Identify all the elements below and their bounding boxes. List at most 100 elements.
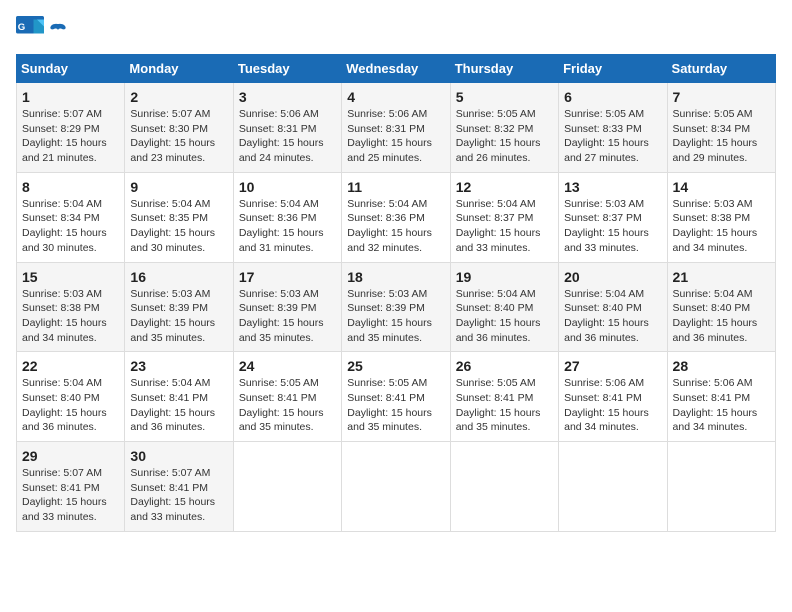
calendar-cell: 11 Sunrise: 5:04 AM Sunset: 8:36 PM Dayli… [342,172,450,262]
header-saturday: Saturday [667,55,775,83]
day-info: Sunrise: 5:06 AM Sunset: 8:41 PM Dayligh… [673,376,770,435]
day-info: Sunrise: 5:03 AM Sunset: 8:39 PM Dayligh… [239,287,336,346]
day-number: 22 [22,358,119,374]
day-info: Sunrise: 5:05 AM Sunset: 8:32 PM Dayligh… [456,107,553,166]
logo: G [16,16,68,44]
calendar-week-row: 1 Sunrise: 5:07 AM Sunset: 8:29 PM Daylig… [17,83,776,173]
calendar-cell: 18 Sunrise: 5:03 AM Sunset: 8:39 PM Dayli… [342,262,450,352]
logo-icon: G [16,16,44,44]
day-info: Sunrise: 5:04 AM Sunset: 8:36 PM Dayligh… [347,197,444,256]
day-number: 10 [239,179,336,195]
day-info: Sunrise: 5:03 AM Sunset: 8:37 PM Dayligh… [564,197,661,256]
calendar-cell: 29Sunrise: 5:07 AM Sunset: 8:41 PM Dayli… [17,442,125,532]
day-number: 1 [22,89,119,105]
day-info: Sunrise: 5:04 AM Sunset: 8:41 PM Dayligh… [130,376,227,435]
calendar-cell: 13 Sunrise: 5:03 AM Sunset: 8:37 PM Dayli… [559,172,667,262]
calendar-cell: 1 Sunrise: 5:07 AM Sunset: 8:29 PM Daylig… [17,83,125,173]
day-info: Sunrise: 5:03 AM Sunset: 8:39 PM Dayligh… [130,287,227,346]
day-info: Sunrise: 5:07 AM Sunset: 8:29 PM Dayligh… [22,107,119,166]
calendar-cell: 20 Sunrise: 5:04 AM Sunset: 8:40 PM Dayli… [559,262,667,352]
day-number: 19 [456,269,553,285]
day-number: 20 [564,269,661,285]
calendar-cell [342,442,450,532]
calendar-week-row: 29 Sunrise: 5:07 AM Sunset: 8:41 PM Dayli… [17,442,776,532]
calendar-cell [667,442,775,532]
calendar-cell: 4 Sunrise: 5:06 AM Sunset: 8:31 PM Daylig… [342,83,450,173]
calendar-cell: 19 Sunrise: 5:04 AM Sunset: 8:40 PM Dayli… [450,262,558,352]
day-info: Sunrise: 5:07 AM Sunset: 8:30 PM Dayligh… [130,107,227,166]
day-info: Sunrise: 5:04 AM Sunset: 8:40 PM Dayligh… [456,287,553,346]
day-number: 23 [130,358,227,374]
calendar-cell: 2 Sunrise: 5:07 AM Sunset: 8:30 PM Daylig… [125,83,233,173]
day-info: Sunrise: 5:07 AM Sunset: 8:41 PM Dayligh… [130,466,227,525]
day-info: Sunrise: 5:04 AM Sunset: 8:36 PM Dayligh… [239,197,336,256]
day-info: Sunrise: 5:04 AM Sunset: 8:35 PM Dayligh… [130,197,227,256]
day-info: Sunrise: 5:06 AM Sunset: 8:31 PM Dayligh… [347,107,444,166]
day-info: Sunrise: 5:04 AM Sunset: 8:40 PM Dayligh… [673,287,770,346]
day-number: 6 [564,89,661,105]
day-number: 15 [22,269,119,285]
day-number: 2 [130,89,227,105]
day-number: 12 [456,179,553,195]
day-number: 11 [347,179,444,195]
day-number: 3 [239,89,336,105]
day-info: Sunrise: 5:06 AM Sunset: 8:31 PM Dayligh… [239,107,336,166]
day-number: 7 [673,89,770,105]
header-wednesday: Wednesday [342,55,450,83]
day-info: Sunrise: 5:04 AM Sunset: 8:34 PM Dayligh… [22,197,119,256]
calendar-cell: 27Sunrise: 5:06 AM Sunset: 8:41 PM Dayli… [559,352,667,442]
day-info: Sunrise: 5:04 AM Sunset: 8:37 PM Dayligh… [456,197,553,256]
calendar-week-row: 8 Sunrise: 5:04 AM Sunset: 8:34 PM Daylig… [17,172,776,262]
day-info: Sunrise: 5:04 AM Sunset: 8:40 PM Dayligh… [564,287,661,346]
calendar-cell: 3 Sunrise: 5:06 AM Sunset: 8:31 PM Daylig… [233,83,341,173]
header-tuesday: Tuesday [233,55,341,83]
day-number: 14 [673,179,770,195]
calendar-cell: 30 Sunrise: 5:07 AM Sunset: 8:41 PM Dayli… [125,442,233,532]
day-number: 4 [347,89,444,105]
day-number: 28 [673,358,770,374]
day-number: 29 [22,448,119,464]
day-info: Sunrise: 5:03 AM Sunset: 8:38 PM Dayligh… [22,287,119,346]
calendar-cell [559,442,667,532]
calendar-cell: 6 Sunrise: 5:05 AM Sunset: 8:33 PM Daylig… [559,83,667,173]
header-monday: Monday [125,55,233,83]
calendar-cell: 21 Sunrise: 5:04 AM Sunset: 8:40 PM Dayli… [667,262,775,352]
header-friday: Friday [559,55,667,83]
calendar-week-row: 22 Sunrise: 5:04 AM Sunset: 8:40 PM Dayli… [17,352,776,442]
calendar-cell: 5Sunrise: 5:05 AM Sunset: 8:32 PM Daylig… [450,83,558,173]
day-number: 26 [456,358,553,374]
calendar-cell: 25Sunrise: 5:05 AM Sunset: 8:41 PM Dayli… [342,352,450,442]
calendar-cell [233,442,341,532]
calendar-cell: 26Sunrise: 5:05 AM Sunset: 8:41 PM Dayli… [450,352,558,442]
day-info: Sunrise: 5:06 AM Sunset: 8:41 PM Dayligh… [564,376,661,435]
calendar-week-row: 15 Sunrise: 5:03 AM Sunset: 8:38 PM Dayli… [17,262,776,352]
day-number: 8 [22,179,119,195]
day-info: Sunrise: 5:04 AM Sunset: 8:40 PM Dayligh… [22,376,119,435]
calendar-cell: 24Sunrise: 5:05 AM Sunset: 8:41 PM Dayli… [233,352,341,442]
logo-bird-icon [49,21,67,39]
day-number: 30 [130,448,227,464]
day-number: 21 [673,269,770,285]
calendar-cell: 17 Sunrise: 5:03 AM Sunset: 8:39 PM Dayli… [233,262,341,352]
day-info: Sunrise: 5:05 AM Sunset: 8:33 PM Dayligh… [564,107,661,166]
day-number: 16 [130,269,227,285]
day-info: Sunrise: 5:03 AM Sunset: 8:39 PM Dayligh… [347,287,444,346]
day-info: Sunrise: 5:03 AM Sunset: 8:38 PM Dayligh… [673,197,770,256]
calendar-cell: 22 Sunrise: 5:04 AM Sunset: 8:40 PM Dayli… [17,352,125,442]
calendar-cell: 28 Sunrise: 5:06 AM Sunset: 8:41 PM Dayli… [667,352,775,442]
day-number: 9 [130,179,227,195]
day-number: 18 [347,269,444,285]
day-number: 17 [239,269,336,285]
svg-text:G: G [18,22,25,33]
calendar-cell: 16 Sunrise: 5:03 AM Sunset: 8:39 PM Dayli… [125,262,233,352]
calendar-cell: 14 Sunrise: 5:03 AM Sunset: 8:38 PM Dayli… [667,172,775,262]
calendar-cell [450,442,558,532]
calendar-cell: 7 Sunrise: 5:05 AM Sunset: 8:34 PM Daylig… [667,83,775,173]
day-info: Sunrise: 5:05 AM Sunset: 8:34 PM Dayligh… [673,107,770,166]
calendar-cell: 15 Sunrise: 5:03 AM Sunset: 8:38 PM Dayli… [17,262,125,352]
day-number: 13 [564,179,661,195]
calendar-cell: 8 Sunrise: 5:04 AM Sunset: 8:34 PM Daylig… [17,172,125,262]
calendar-cell: 23 Sunrise: 5:04 AM Sunset: 8:41 PM Dayli… [125,352,233,442]
header-sunday: Sunday [17,55,125,83]
day-info: Sunrise: 5:05 AM Sunset: 8:41 PM Dayligh… [347,376,444,435]
